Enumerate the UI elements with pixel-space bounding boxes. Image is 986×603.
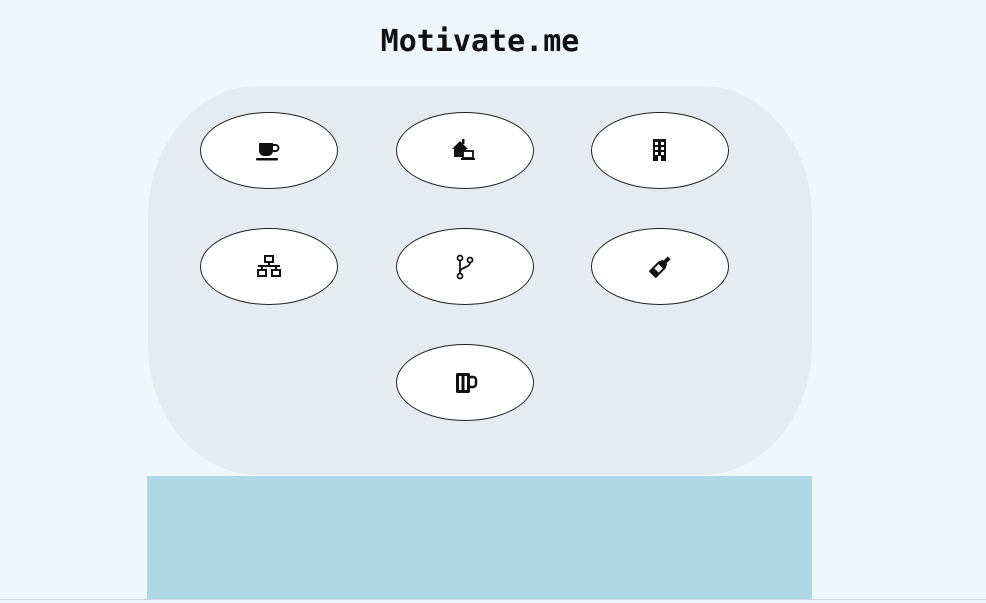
bottle-icon [644, 251, 676, 283]
app-title: Motivate.me [380, 24, 580, 59]
office-button[interactable] [591, 112, 729, 189]
house-laptop-icon [449, 135, 481, 167]
beer-button[interactable] [396, 344, 534, 421]
divider [0, 599, 986, 600]
bottle-button[interactable] [591, 228, 729, 305]
network-tree-icon [253, 251, 285, 283]
content-area [147, 476, 812, 599]
branch-button[interactable] [396, 228, 534, 305]
coffee-cup-icon [253, 135, 285, 167]
work-from-home-button[interactable] [396, 112, 534, 189]
beer-mug-icon [449, 367, 481, 399]
coffee-button[interactable] [200, 112, 338, 189]
code-branch-icon [449, 251, 481, 283]
network-button[interactable] [200, 228, 338, 305]
office-building-icon [644, 135, 676, 167]
